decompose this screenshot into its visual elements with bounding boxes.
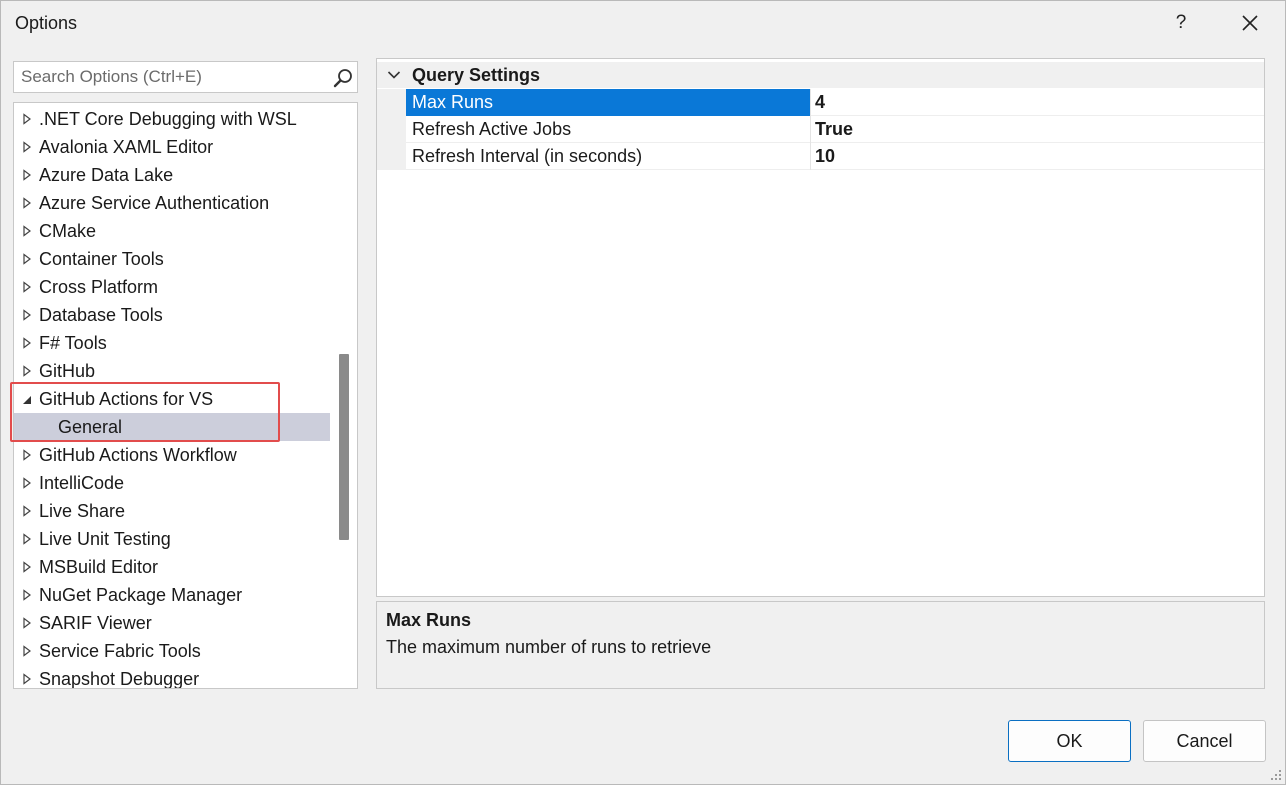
tree-item-label: SARIF Viewer bbox=[39, 613, 152, 633]
property-grid: Query Settings Max Runs 4 Refresh Active… bbox=[376, 58, 1265, 597]
collapsed-arrow-icon[interactable] bbox=[22, 561, 32, 573]
tree-item-label: NuGet Package Manager bbox=[39, 585, 243, 605]
tree-item-github[interactable]: GitHub bbox=[14, 357, 330, 385]
tree-item-azure-data-lake[interactable]: Azure Data Lake bbox=[14, 161, 330, 189]
tree-item-service-fabric-tools[interactable]: Service Fabric Tools bbox=[14, 637, 330, 665]
tree-item-github-actions-workflow[interactable]: GitHub Actions Workflow bbox=[14, 441, 330, 469]
row-gutter bbox=[377, 143, 406, 170]
property-value[interactable]: True bbox=[815, 116, 853, 143]
tree-item-label: IntelliCode bbox=[39, 473, 125, 493]
property-name: Refresh Active Jobs bbox=[412, 119, 572, 139]
resize-grip-icon[interactable] bbox=[1269, 768, 1283, 782]
tree-item-sarif-viewer[interactable]: SARIF Viewer bbox=[14, 609, 330, 637]
property-row-refresh-interval[interactable]: Refresh Interval (in seconds) 10 bbox=[377, 143, 1264, 170]
property-value[interactable]: 4 bbox=[815, 89, 825, 116]
collapsed-arrow-icon[interactable] bbox=[22, 673, 32, 685]
collapsed-arrow-icon[interactable] bbox=[22, 225, 32, 237]
tree-item-label: GitHub bbox=[39, 361, 96, 381]
close-icon bbox=[1242, 15, 1258, 31]
collapsed-arrow-icon[interactable] bbox=[22, 141, 32, 153]
tree-item-label: Live Unit Testing bbox=[39, 529, 171, 549]
column-separator bbox=[810, 116, 811, 143]
collapsed-arrow-icon[interactable] bbox=[22, 365, 32, 377]
collapsed-arrow-icon[interactable] bbox=[22, 617, 32, 629]
tree-item-container-tools[interactable]: Container Tools bbox=[14, 245, 330, 273]
collapsed-arrow-icon[interactable] bbox=[22, 589, 32, 601]
tree-item-database-tools[interactable]: Database Tools bbox=[14, 301, 330, 329]
tree-item-github-actions-for-vs[interactable]: GitHub Actions for VS bbox=[14, 385, 330, 413]
tree-item-live-share[interactable]: Live Share bbox=[14, 497, 330, 525]
tree-item-live-unit-testing[interactable]: Live Unit Testing bbox=[14, 525, 330, 553]
category-label: Query Settings bbox=[412, 65, 541, 85]
tree-item-label: .NET Core Debugging with WSL bbox=[39, 109, 297, 129]
description-pane: Max Runs The maximum number of runs to r… bbox=[376, 601, 1265, 689]
tree-item-label: F# Tools bbox=[39, 333, 107, 353]
search-icon[interactable] bbox=[332, 67, 354, 89]
category-row[interactable]: Query Settings bbox=[377, 62, 1264, 88]
collapsed-arrow-icon[interactable] bbox=[22, 645, 32, 657]
collapsed-arrow-icon[interactable] bbox=[22, 169, 32, 181]
property-row-refresh-active-jobs[interactable]: Refresh Active Jobs True bbox=[377, 116, 1264, 143]
ok-button[interactable]: OK bbox=[1008, 720, 1131, 762]
options-tree: .NET Core Debugging with WSL Avalonia XAM… bbox=[13, 102, 358, 689]
description-text: The maximum number of runs to retrieve bbox=[386, 637, 712, 657]
tree-item-label: Cross Platform bbox=[39, 277, 159, 297]
collapsed-arrow-icon[interactable] bbox=[22, 197, 32, 209]
description-title: Max Runs bbox=[386, 610, 472, 630]
tree-item-label: GitHub Actions Workflow bbox=[39, 445, 237, 465]
column-separator bbox=[810, 143, 811, 170]
tree-item-label: GitHub Actions for VS bbox=[39, 389, 214, 409]
window-title: Options bbox=[15, 13, 78, 33]
collapsed-arrow-icon[interactable] bbox=[22, 477, 32, 489]
tree-item-label: Container Tools bbox=[39, 249, 164, 269]
tree-item-label: CMake bbox=[39, 221, 97, 241]
close-button[interactable] bbox=[1233, 7, 1267, 39]
tree-item-msbuild-editor[interactable]: MSBuild Editor bbox=[14, 553, 330, 581]
collapsed-arrow-icon[interactable] bbox=[22, 113, 32, 125]
tree-item-cross-platform[interactable]: Cross Platform bbox=[14, 273, 330, 301]
tree-item-intellicode[interactable]: IntelliCode bbox=[14, 469, 330, 497]
tree-item-snapshot-debugger[interactable]: Snapshot Debugger bbox=[14, 665, 330, 689]
tree-item-cmake[interactable]: CMake bbox=[14, 217, 330, 245]
options-dialog: Options ? .NET Core Debugging with WSL Av… bbox=[0, 0, 1286, 785]
row-gutter bbox=[377, 89, 406, 116]
collapsed-arrow-icon[interactable] bbox=[22, 253, 32, 265]
tree-item-net-core-debugging-with-wsl[interactable]: .NET Core Debugging with WSL bbox=[14, 105, 330, 133]
collapsed-arrow-icon[interactable] bbox=[22, 533, 32, 545]
tree-item-label: Live Share bbox=[39, 501, 126, 521]
expanded-arrow-icon[interactable] bbox=[22, 393, 32, 405]
tree-item-label: Snapshot Debugger bbox=[39, 669, 200, 689]
cancel-button[interactable]: Cancel bbox=[1143, 720, 1266, 762]
search-input[interactable] bbox=[14, 62, 324, 92]
collapsed-arrow-icon[interactable] bbox=[22, 337, 32, 349]
tree-item-avalonia-xaml-editor[interactable]: Avalonia XAML Editor bbox=[14, 133, 330, 161]
property-name: Refresh Interval (in seconds) bbox=[412, 146, 643, 166]
column-separator bbox=[810, 89, 811, 116]
tree-item-label: Azure Service Authentication bbox=[39, 193, 270, 213]
collapsed-arrow-icon[interactable] bbox=[22, 281, 32, 293]
property-row-max-runs[interactable]: Max Runs 4 bbox=[377, 89, 1264, 116]
chevron-down-icon[interactable] bbox=[387, 70, 401, 80]
collapsed-arrow-icon[interactable] bbox=[22, 309, 32, 321]
tree-item-label: General bbox=[58, 417, 123, 437]
tree-item-label: Service Fabric Tools bbox=[39, 641, 201, 661]
row-gutter bbox=[377, 116, 406, 143]
title-bar: Options ? bbox=[1, 1, 1285, 47]
property-name: Max Runs bbox=[406, 89, 810, 116]
tree-item-nuget-package-manager[interactable]: NuGet Package Manager bbox=[14, 581, 330, 609]
tree-item-f-tools[interactable]: F# Tools bbox=[14, 329, 330, 357]
tree-scrollbar-thumb[interactable] bbox=[339, 354, 349, 540]
tree-item-general[interactable]: General bbox=[14, 413, 330, 441]
tree-item-label: Avalonia XAML Editor bbox=[39, 137, 214, 157]
collapsed-arrow-icon[interactable] bbox=[22, 449, 32, 461]
property-value[interactable]: 10 bbox=[815, 143, 835, 170]
collapsed-arrow-icon[interactable] bbox=[22, 505, 32, 517]
tree-item-label: MSBuild Editor bbox=[39, 557, 159, 577]
tree-item-label: Database Tools bbox=[39, 305, 163, 325]
tree-item-azure-service-authentication[interactable]: Azure Service Authentication bbox=[14, 189, 330, 217]
tree-item-label: Azure Data Lake bbox=[39, 165, 174, 185]
help-button[interactable]: ? bbox=[1165, 7, 1197, 39]
search-box bbox=[13, 61, 358, 93]
